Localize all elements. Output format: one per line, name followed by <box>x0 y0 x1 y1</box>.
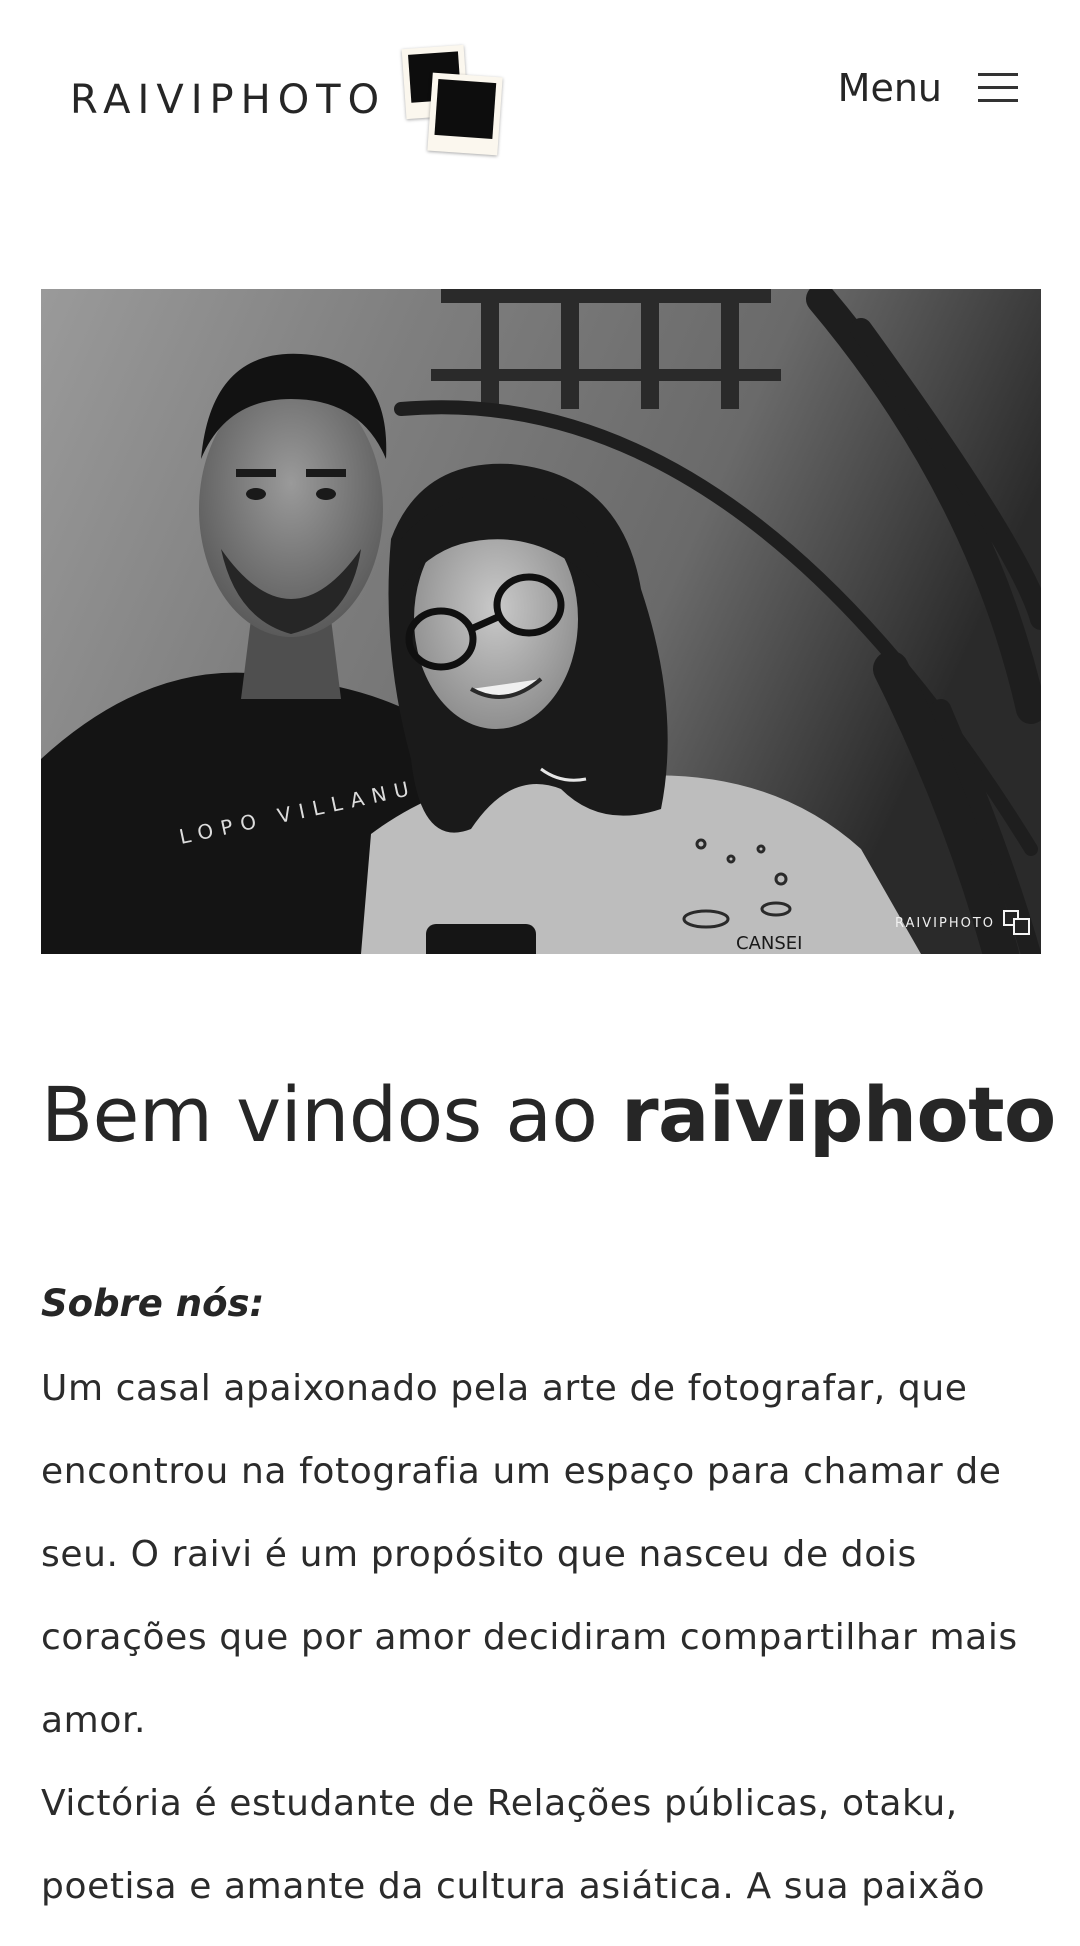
about-paragraph: Um casal apaixonado pela arte de fotogra… <box>41 1368 1018 1741</box>
hero-photo: LOPO VILLANUE CANSEI RAIVIPHOTO <box>41 289 1041 954</box>
brand-name: RAIVIPHOTO <box>70 77 387 123</box>
shirt2-text: CANSEI <box>736 933 802 954</box>
about-paragraph: Victória é estudante de Relações pública… <box>41 1783 986 1907</box>
about-heading: Sobre nós: <box>41 1282 265 1325</box>
title-brand: raiviphoto <box>621 1070 1056 1159</box>
title-prefix: Bem vindos ao <box>41 1070 622 1159</box>
polaroid-stack-icon <box>400 43 510 158</box>
brand-logo-link[interactable]: RAIVIPHOTO <box>70 40 510 160</box>
couple-photo-illustration: LOPO VILLANUE CANSEI <box>41 289 1041 954</box>
watermark-text: RAIVIPHOTO <box>895 915 995 931</box>
page-title: Bem vindos ao raiviphoto <box>41 1070 1056 1159</box>
menu-button[interactable]: Menu <box>838 66 1018 110</box>
menu-label: Menu <box>837 66 942 110</box>
polaroid-stack-icon <box>1003 910 1031 936</box>
hamburger-icon <box>978 73 1018 103</box>
site-header: RAIVIPHOTO Menu <box>0 0 1080 200</box>
photo-watermark: RAIVIPHOTO <box>895 910 1031 936</box>
